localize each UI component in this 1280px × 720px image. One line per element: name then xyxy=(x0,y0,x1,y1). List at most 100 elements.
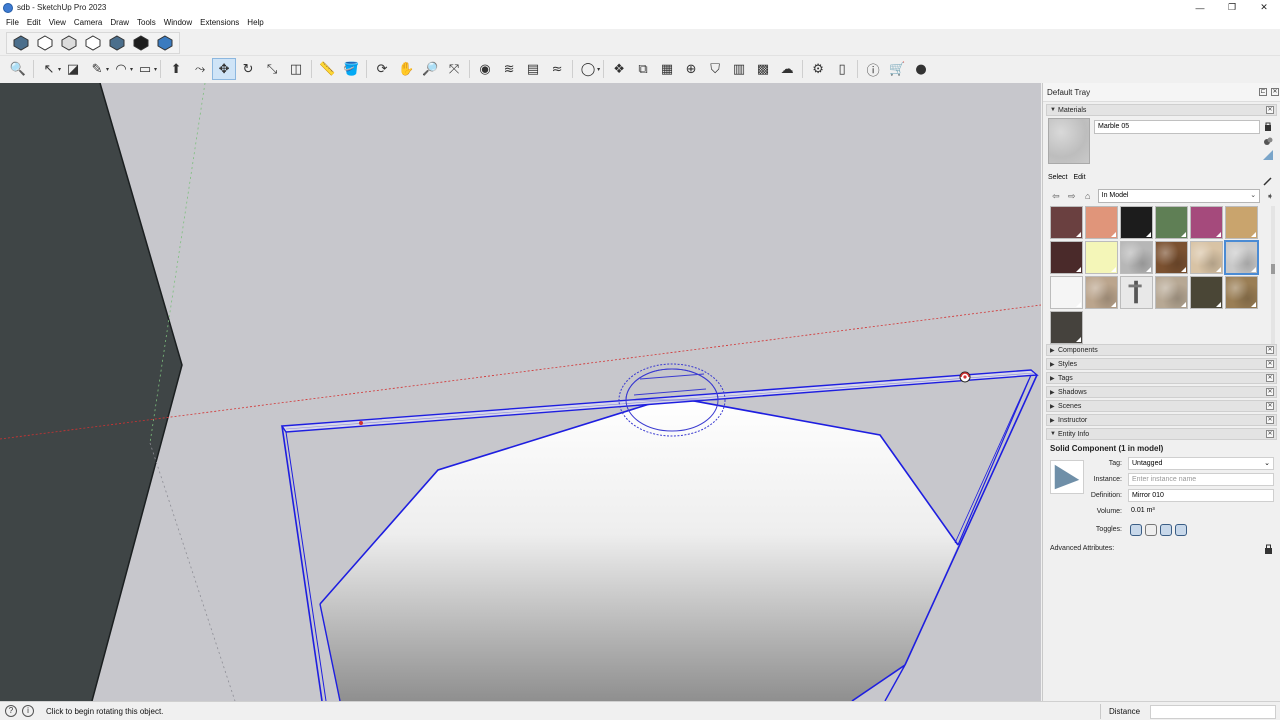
panel-close-icon[interactable]: ✕ xyxy=(1266,374,1274,382)
menu-tools[interactable]: Tools xyxy=(133,18,160,27)
menu-file[interactable]: File xyxy=(2,18,23,27)
scale-tool-icon[interactable]: ⤡ xyxy=(260,58,284,80)
right-view-icon[interactable] xyxy=(81,32,105,54)
default-material-icon[interactable] xyxy=(1263,150,1273,160)
trimble-connect-icon[interactable]: ☁ xyxy=(775,58,799,80)
warehouse-icon[interactable]: ⛉ xyxy=(703,58,727,80)
panel-header-tags[interactable]: ▶ Tags ✕ xyxy=(1046,372,1277,384)
home-icon[interactable]: ⌂ xyxy=(1082,191,1094,201)
tag-select[interactable]: Untagged ⌄ xyxy=(1128,457,1274,470)
menu-help[interactable]: Help xyxy=(243,18,267,27)
bottom-view-icon[interactable] xyxy=(153,32,177,54)
visibility-toggle-icon[interactable] xyxy=(1130,524,1142,536)
materials-collection-select[interactable]: In Model ⌄ xyxy=(1097,189,1261,203)
settings-icon[interactable]: ⚙ xyxy=(806,58,830,80)
material-swatch[interactable] xyxy=(1155,206,1188,239)
extension-warehouse-icon[interactable]: ▥ xyxy=(727,58,751,80)
minimize-button[interactable]: — xyxy=(1184,0,1216,15)
material-swatch[interactable] xyxy=(1120,206,1153,239)
panel-header-components[interactable]: ▶ Components ✕ xyxy=(1046,344,1277,356)
style-builder-icon[interactable]: ▦ xyxy=(655,58,679,80)
move-tool-icon[interactable]: ✥ xyxy=(212,58,237,80)
tray-icon[interactable]: ▯ xyxy=(830,58,854,80)
swatch-scrollbar[interactable] xyxy=(1271,206,1275,346)
zoom-tool-icon[interactable]: 🔎 xyxy=(418,58,442,80)
forward-arrow-icon[interactable]: ⇨ xyxy=(1066,191,1078,202)
rotate-tool-icon[interactable]: ↻ xyxy=(236,58,260,80)
components-icon[interactable]: ❖ xyxy=(607,58,631,80)
orbit-tool-icon[interactable]: ⟳ xyxy=(370,58,394,80)
lock-toggle-icon[interactable] xyxy=(1145,524,1157,536)
menu-camera[interactable]: Camera xyxy=(70,18,106,27)
terrain-icon[interactable]: ≈ xyxy=(545,58,569,80)
material-swatch[interactable] xyxy=(1085,276,1118,309)
menu-extensions[interactable]: Extensions xyxy=(196,18,243,27)
shape-tool-icon[interactable]: ▭ xyxy=(133,58,157,80)
sandbox-icon[interactable]: ≋ xyxy=(497,58,521,80)
panel-header-scenes[interactable]: ▶ Scenes ✕ xyxy=(1046,400,1277,412)
sample-paint-icon[interactable] xyxy=(1263,176,1273,186)
cart-icon[interactable]: 🛒 xyxy=(885,58,909,80)
material-swatch[interactable] xyxy=(1225,206,1258,239)
material-swatch[interactable] xyxy=(1190,276,1223,309)
paint-bucket-tool-icon[interactable]: 🪣 xyxy=(339,58,363,80)
panel-close-icon[interactable]: ✕ xyxy=(1266,402,1274,410)
front-view-icon[interactable] xyxy=(57,32,81,54)
select-tool-icon[interactable]: ↖ xyxy=(37,58,61,80)
match-photo-icon[interactable]: ▩ xyxy=(751,58,775,80)
scrollbar-thumb[interactable] xyxy=(1271,264,1275,274)
lock-icon[interactable] xyxy=(1264,544,1273,554)
menu-edit[interactable]: Edit xyxy=(23,18,45,27)
tray-close-icon[interactable]: ✕ xyxy=(1271,88,1279,96)
iso-view-icon[interactable] xyxy=(9,32,33,54)
material-swatch[interactable] xyxy=(1224,240,1259,275)
maximize-button[interactable]: ❐ xyxy=(1216,0,1248,15)
tray-pin-icon[interactable]: ⊏ xyxy=(1259,88,1267,96)
material-name-field[interactable]: Marble 05 xyxy=(1094,120,1260,134)
material-swatch[interactable] xyxy=(1190,241,1223,274)
tab-edit[interactable]: Edit xyxy=(1073,174,1085,181)
line-tool-icon[interactable]: ✎ xyxy=(85,58,109,80)
menu-window[interactable]: Window xyxy=(160,18,196,27)
material-swatch[interactable] xyxy=(1155,276,1188,309)
material-swatch[interactable] xyxy=(1050,241,1083,274)
receive-shadows-toggle-icon[interactable] xyxy=(1160,524,1172,536)
section-plane-icon[interactable]: ▤ xyxy=(521,58,545,80)
close-button[interactable]: ✕ xyxy=(1248,0,1280,15)
panel-close-icon[interactable]: ✕ xyxy=(1266,388,1274,396)
material-swatch[interactable] xyxy=(1085,241,1118,274)
panel-header-instructor[interactable]: ▶ Instructor ✕ xyxy=(1046,414,1277,426)
material-swatch[interactable] xyxy=(1050,276,1083,309)
material-swatch[interactable] xyxy=(1155,241,1188,274)
menu-draw[interactable]: Draw xyxy=(106,18,133,27)
material-swatch[interactable] xyxy=(1225,276,1258,309)
measurements-box[interactable] xyxy=(1150,705,1276,719)
zoom-window-icon[interactable]: ⤧ xyxy=(442,58,466,80)
arc-tool-icon[interactable]: ◠ xyxy=(109,58,133,80)
entity-info-panel-header[interactable]: ▼ Entity Info ✕ xyxy=(1046,428,1277,440)
panel-close-icon[interactable]: ✕ xyxy=(1266,360,1274,368)
pan-tool-icon[interactable]: ✋ xyxy=(394,58,418,80)
materials-panel-header[interactable]: ▼ Materials ✕ xyxy=(1046,104,1277,116)
follow-me-tool-icon[interactable]: ⤳ xyxy=(188,58,212,80)
add-location-icon[interactable]: ⊕ xyxy=(679,58,703,80)
material-swatch[interactable] xyxy=(1085,206,1118,239)
panel-header-styles[interactable]: ▶ Styles ✕ xyxy=(1046,358,1277,370)
info-icon[interactable]: i xyxy=(22,705,34,717)
eraser-tool-icon[interactable]: ◪ xyxy=(61,58,85,80)
cast-shadows-toggle-icon[interactable] xyxy=(1175,524,1187,536)
solid-outer-shell-icon[interactable]: ◉ xyxy=(473,58,497,80)
material-swatch[interactable] xyxy=(1120,276,1153,309)
instance-input[interactable]: Enter instance name xyxy=(1128,473,1274,486)
profile-icon[interactable]: ● xyxy=(909,58,933,80)
material-swatch[interactable] xyxy=(1120,241,1153,274)
definition-input[interactable]: Mirror 010 xyxy=(1128,489,1274,502)
display-secondary-icon[interactable] xyxy=(1263,122,1273,132)
back-arrow-icon[interactable]: ⇦ xyxy=(1050,191,1062,202)
zoom-extents-icon[interactable]: 🔍 xyxy=(6,58,30,80)
material-swatch[interactable] xyxy=(1050,311,1083,344)
panel-close-icon[interactable]: ✕ xyxy=(1266,346,1274,354)
user-account-icon[interactable]: ◯ xyxy=(576,58,600,80)
back-view-icon[interactable] xyxy=(105,32,129,54)
push-pull-tool-icon[interactable]: ⬆ xyxy=(164,58,188,80)
